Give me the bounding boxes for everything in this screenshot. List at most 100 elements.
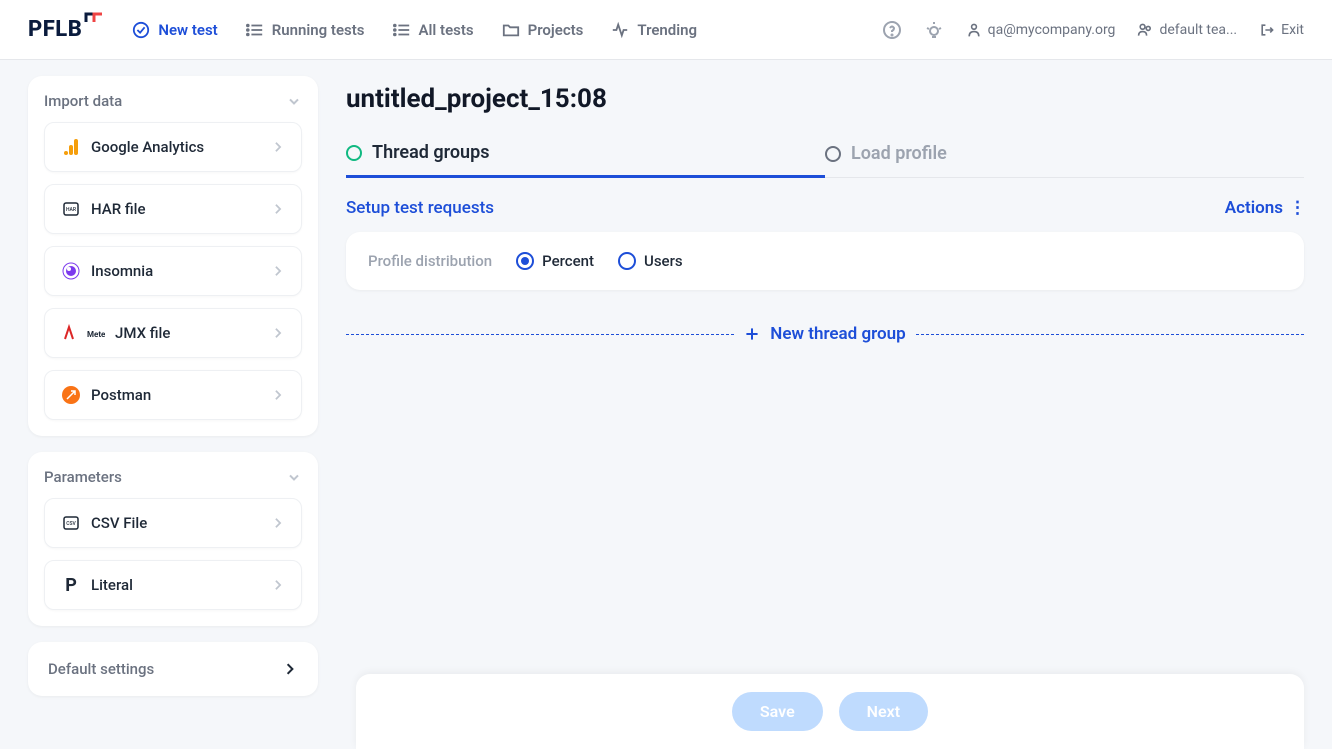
nav-label: Projects (528, 21, 584, 39)
radio-icon (618, 252, 636, 270)
tab-label: Thread groups (372, 142, 489, 163)
footer-bar: Save Next (356, 674, 1304, 749)
csv-icon: CSV (61, 513, 81, 533)
card-label: Postman (91, 386, 151, 404)
nav-running-tests[interactable]: Running tests (246, 21, 365, 39)
hint-button[interactable] (924, 20, 944, 40)
help-button[interactable] (882, 20, 902, 40)
param-literal[interactable]: P Literal (44, 560, 302, 610)
chevron-right-icon (271, 578, 285, 592)
more-icon: ⋮ (1289, 198, 1304, 218)
exit-button[interactable]: Exit (1259, 22, 1304, 38)
profile-distribution-box: Profile distribution Percent Users (346, 232, 1304, 290)
radio-users[interactable]: Users (618, 252, 683, 270)
card-label: JMX file (115, 324, 170, 342)
check-circle-icon (132, 21, 150, 39)
sidebar: Import data Google Analytics HAR HAR fil… (28, 76, 318, 696)
nav-new-test[interactable]: New test (132, 21, 217, 39)
radio-percent[interactable]: Percent (516, 252, 594, 270)
chevron-down-icon (286, 93, 302, 109)
parameters-panel: Parameters CSV CSV File P Literal (28, 452, 318, 626)
team-name: default tea... (1159, 22, 1237, 38)
card-label: CSV File (91, 514, 147, 532)
tab-load-profile[interactable]: Load profile (825, 142, 1304, 177)
save-button[interactable]: Save (732, 692, 823, 731)
radio-label: Users (644, 252, 683, 270)
nav-all-tests[interactable]: All tests (393, 21, 474, 39)
har-icon: HAR (61, 199, 81, 219)
chevron-right-icon (271, 388, 285, 402)
panel-title: Import data (44, 92, 122, 110)
radio-label: Percent (542, 252, 594, 270)
project-title: untitled_project_15:08 (346, 84, 1304, 114)
logo-text: PFLB (28, 17, 82, 42)
logo-mark-icon (84, 12, 104, 32)
panel-title: Parameters (44, 468, 122, 486)
google-analytics-icon (61, 137, 81, 157)
card-label: Google Analytics (91, 138, 204, 156)
chevron-right-icon (271, 140, 285, 154)
actions-menu[interactable]: Actions ⋮ (1225, 198, 1304, 218)
main-content: untitled_project_15:08 Thread groups Loa… (346, 76, 1304, 696)
chevron-right-icon (271, 326, 285, 340)
chevron-down-icon (286, 469, 302, 485)
import-postman[interactable]: Postman (44, 370, 302, 420)
header-right: qa@mycompany.org default tea... Exit (882, 20, 1304, 40)
activity-icon (611, 21, 629, 39)
svg-text:Meter: Meter (87, 330, 105, 339)
card-label: HAR file (91, 200, 146, 218)
nav-projects[interactable]: Projects (502, 21, 584, 39)
logo[interactable]: PFLB (28, 17, 104, 42)
default-settings[interactable]: Default settings (28, 642, 318, 696)
chevron-right-icon (271, 202, 285, 216)
import-data-header[interactable]: Import data (44, 92, 302, 110)
user-email: qa@mycompany.org (988, 22, 1116, 38)
new-group-label: New thread group (770, 324, 905, 344)
chevron-right-icon (282, 661, 298, 677)
subheader: Setup test requests Actions ⋮ (346, 198, 1304, 218)
postman-icon (61, 385, 81, 405)
nav-label: Running tests (272, 21, 365, 39)
nav-trending[interactable]: Trending (611, 21, 697, 39)
next-button[interactable]: Next (839, 692, 928, 731)
exit-label: Exit (1281, 22, 1304, 38)
parameters-header[interactable]: Parameters (44, 468, 302, 486)
team-menu[interactable]: default tea... (1137, 22, 1237, 38)
insomnia-icon (61, 261, 81, 281)
chevron-right-icon (271, 264, 285, 278)
literal-icon: P (61, 575, 81, 595)
user-menu[interactable]: qa@mycompany.org (966, 22, 1116, 38)
import-har-file[interactable]: HAR HAR file (44, 184, 302, 234)
dist-label: Profile distribution (368, 252, 492, 270)
tab-label: Load profile (851, 143, 947, 164)
svg-text:HAR: HAR (66, 207, 77, 213)
svg-text:CSV: CSV (66, 521, 76, 527)
folder-icon (502, 21, 520, 39)
setup-label: Setup test requests (346, 198, 494, 218)
top-header: PFLB New test Running tests All tests Pr… (0, 0, 1332, 60)
list-icon (393, 21, 411, 39)
import-insomnia[interactable]: Insomnia (44, 246, 302, 296)
chevron-right-icon (271, 516, 285, 530)
jmeter-icon: Meter (61, 323, 105, 343)
param-csv-file[interactable]: CSV CSV File (44, 498, 302, 548)
import-google-analytics[interactable]: Google Analytics (44, 122, 302, 172)
nav-label: All tests (419, 21, 474, 39)
radio-icon (516, 252, 534, 270)
tab-thread-groups[interactable]: Thread groups (346, 142, 825, 178)
status-circle-icon (825, 146, 841, 162)
plus-icon (744, 326, 760, 342)
card-label: Literal (91, 576, 133, 594)
status-circle-icon (346, 145, 362, 161)
import-data-panel: Import data Google Analytics HAR HAR fil… (28, 76, 318, 436)
card-label: Insomnia (91, 262, 153, 280)
actions-label: Actions (1225, 198, 1283, 218)
nav-label: Trending (637, 21, 697, 39)
new-thread-group-button[interactable]: New thread group (346, 318, 1304, 350)
list-icon (246, 21, 264, 39)
tabs: Thread groups Load profile (346, 142, 1304, 178)
main-nav: New test Running tests All tests Project… (132, 21, 853, 39)
import-jmx-file[interactable]: Meter JMX file (44, 308, 302, 358)
nav-label: New test (158, 21, 217, 39)
settings-label: Default settings (48, 660, 154, 678)
